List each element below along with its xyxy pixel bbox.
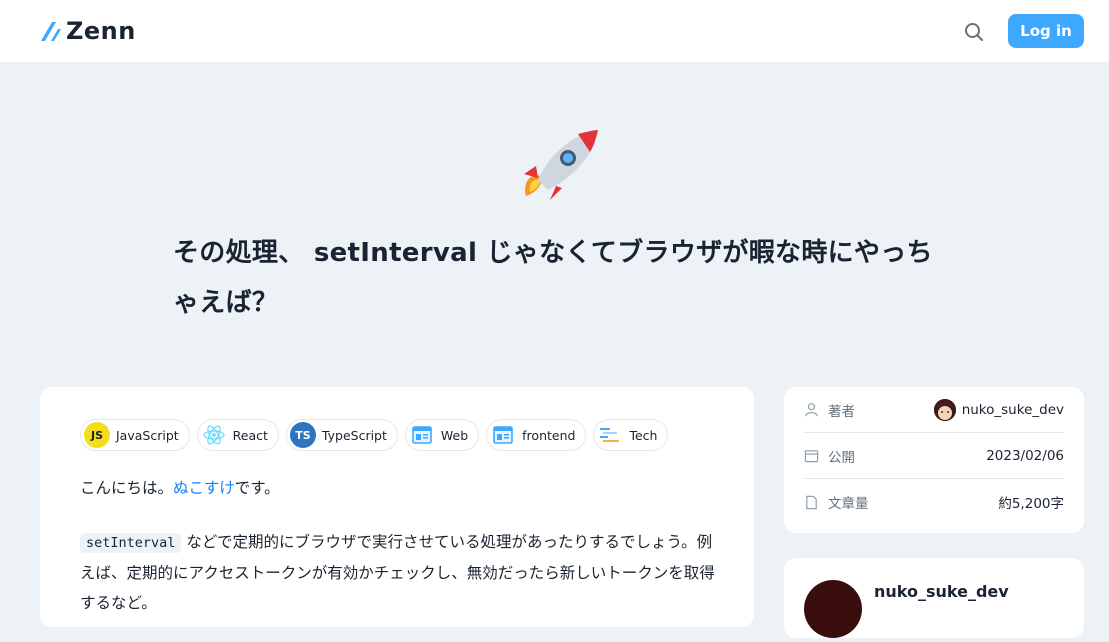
topic-web[interactable]: Web (404, 419, 480, 451)
published-label: 公開 (828, 449, 855, 466)
tech-icon (597, 422, 623, 448)
author-label: 著者 (828, 403, 855, 420)
article-body: こんにちは。ぬこすけです。 setInterval などで定期的にブラウザで実行… (80, 473, 720, 642)
topic-tech[interactable]: Tech (593, 419, 669, 451)
zenn-logo[interactable]: Zenn (40, 17, 136, 45)
user-icon (805, 403, 818, 417)
author-card-name[interactable]: nuko_suke_dev (874, 582, 1009, 601)
web-icon (409, 422, 435, 448)
article-info-card: 著者 nuko_suke_dev 公開 2023/02/06 文章量 約5,20… (784, 387, 1084, 533)
site-header: Zenn Log in (0, 0, 1109, 62)
article-card: JS JavaScript React TS TypeScript Web fr… (40, 387, 754, 627)
topic-frontend[interactable]: frontend (486, 419, 587, 451)
frontend-icon (490, 422, 516, 448)
info-row-published: 公開 2023/02/06 (804, 433, 1064, 479)
topic-list: JS JavaScript React TS TypeScript Web fr… (80, 419, 669, 451)
author-avatar[interactable] (804, 580, 862, 638)
published-date: 2023/02/06 (986, 447, 1064, 464)
author-link[interactable]: ぬこすけ (173, 479, 235, 497)
topic-label: Tech (629, 427, 658, 443)
info-row-length: 文章量 約5,200字 (804, 479, 1064, 525)
document-icon (806, 495, 817, 509)
logo-text: Zenn (66, 17, 136, 45)
inline-code: setInterval (80, 533, 182, 553)
avatar (933, 398, 956, 421)
topic-react[interactable]: React (196, 419, 279, 451)
article-title: その処理、 setInterval じゃなくてブラウザが暇な時にやっちゃえば？ (173, 238, 933, 318)
topic-javascript[interactable]: JS JavaScript (80, 419, 190, 451)
calendar-icon (804, 450, 819, 463)
search-icon (965, 23, 983, 41)
rocket-emoji-icon (524, 130, 598, 200)
length-value: 約5,200字 (998, 496, 1064, 512)
topic-label: Web (440, 427, 469, 443)
login-button[interactable]: Log in (1008, 14, 1084, 48)
author-name: nuko_suke_dev (961, 401, 1064, 418)
javascript-icon: JS (84, 422, 110, 448)
search-button[interactable] (962, 20, 986, 44)
topic-label: JavaScript (116, 427, 179, 443)
length-label: 文章量 (828, 496, 869, 512)
topic-label: React (232, 427, 268, 443)
topic-label: TypeScript (321, 427, 387, 443)
info-row-author: 著者 nuko_suke_dev (804, 387, 1064, 433)
zenn-logo-icon (41, 22, 61, 41)
react-icon (201, 422, 227, 448)
body-paragraph: setInterval などで定期的にブラウザで実行させている処理があったりする… (80, 527, 720, 618)
intro-suffix: です。 (234, 479, 280, 497)
author-info-link[interactable]: nuko_suke_dev (933, 398, 1064, 421)
topic-typescript[interactable]: TS TypeScript (285, 419, 398, 451)
typescript-icon: TS (289, 422, 316, 448)
intro-prefix: こんにちは。 (80, 479, 174, 497)
author-card: nuko_suke_dev (784, 558, 1084, 638)
topic-label: frontend (522, 427, 576, 443)
intro-paragraph: こんにちは。ぬこすけです。 (80, 473, 720, 503)
